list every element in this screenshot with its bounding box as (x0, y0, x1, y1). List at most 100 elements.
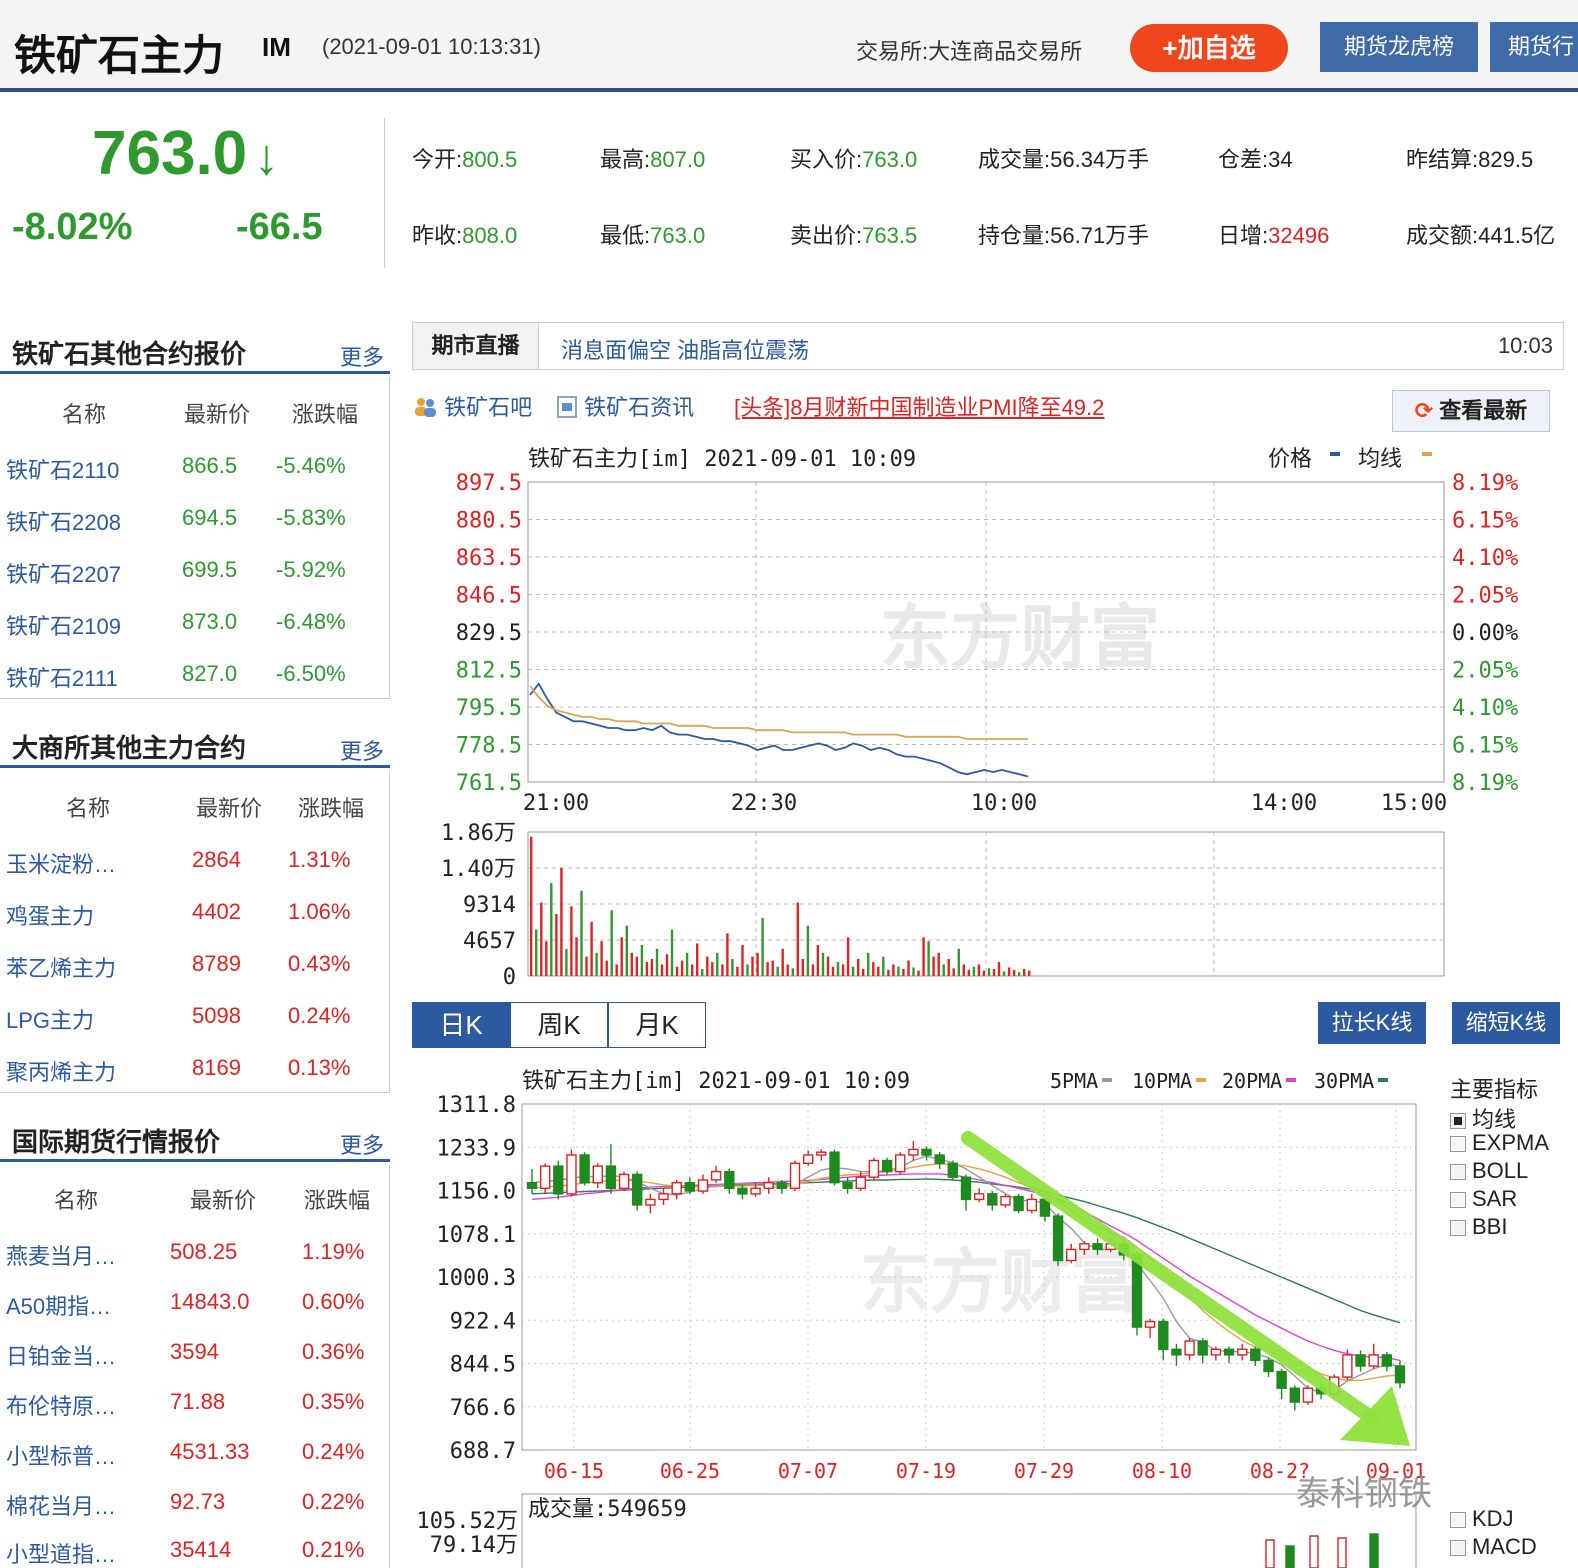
volume-bar (902, 969, 905, 976)
candle-body (1223, 1348, 1235, 1356)
volume-bar (786, 964, 789, 976)
candle-body (1000, 1195, 1011, 1206)
kline-x-tick: 07-07 (778, 1459, 838, 1483)
intraday-y-right-tick: 4.10% (1452, 546, 1518, 571)
volume-y-tick: 4657 (463, 929, 516, 954)
volume-bar (781, 948, 784, 976)
kline-y-tick: 1078.1 (437, 1223, 516, 1248)
candle-body (816, 1151, 827, 1156)
volume-bar (967, 969, 970, 976)
charts-canvas: 东方财富 897.5 880.5 863.5 846.5 829.5 812.5 795.5 7… (417, 446, 1518, 1568)
candle-body (947, 1162, 958, 1178)
candle-body (1052, 1215, 1064, 1262)
candle-body (855, 1176, 866, 1189)
volume-bar (937, 952, 940, 976)
volume-bar (882, 956, 885, 976)
candle-body (1144, 1320, 1156, 1328)
volume-bar (736, 966, 739, 976)
kline-title: 铁矿石主力[im] 2021-09-01 10:09 (522, 1069, 910, 1094)
candle-body (1079, 1243, 1090, 1251)
kline-x-tick: 06-15 (544, 1459, 604, 1483)
volume-bar (655, 948, 659, 976)
volume-bar (555, 914, 558, 976)
volume-bar (610, 910, 613, 976)
volume-bar (932, 956, 935, 976)
intraday-y-tick: 778.5 (456, 734, 522, 759)
kline-legend-item: 20PMA (1222, 1069, 1282, 1093)
kline-x-tick: 07-29 (1014, 1459, 1074, 1483)
volume-bar (751, 956, 754, 976)
volume-bar (997, 962, 1001, 976)
candle-body (579, 1154, 590, 1184)
candle-body (1184, 1340, 1195, 1356)
volume-bar (776, 966, 779, 976)
candle-body (987, 1193, 998, 1206)
volume-bar (560, 867, 563, 976)
volume-bar (665, 954, 669, 976)
kline-y-tick: 1000.3 (437, 1266, 516, 1291)
volume-bar (640, 945, 644, 976)
volume-bar (962, 964, 965, 976)
intraday-legend-price: 价格 (1268, 446, 1312, 471)
volume-bar (821, 952, 825, 976)
volume-bar (831, 966, 835, 976)
candle-body (1302, 1387, 1314, 1403)
volume-bar (877, 966, 880, 976)
kline-x-tick: 08-10 (1132, 1459, 1192, 1483)
candle-body (737, 1187, 748, 1195)
volume-bar (1007, 967, 1011, 976)
kline-legend-item: 30PMA (1314, 1069, 1374, 1093)
volume-bar (605, 960, 608, 976)
volume-bar (580, 890, 583, 976)
candle-body (1013, 1195, 1024, 1212)
intraday-y-tick: 761.5 (456, 771, 522, 796)
intraday-title: 铁矿石主力[im] 2021-09-01 10:09 (528, 447, 916, 472)
intraday-y-right-tick: 8.19% (1452, 471, 1518, 496)
candle-body (763, 1181, 774, 1189)
volume-bar (746, 964, 749, 976)
candle-body (803, 1154, 814, 1165)
intraday-legend-price-swatch (1330, 452, 1340, 456)
volume-bar (862, 969, 865, 976)
intraday-y-tick: 812.5 (456, 659, 522, 684)
volume-bar (952, 968, 955, 976)
volume-bar (841, 964, 845, 976)
volume-bar (927, 941, 930, 976)
volume-bar (796, 902, 799, 976)
volume-bar (761, 917, 764, 976)
kline-legend-swatch (1286, 1078, 1296, 1082)
kline-legend-item: 5PMA (1050, 1069, 1098, 1093)
kline-legend-swatch (1102, 1078, 1112, 1082)
candle-body (566, 1154, 577, 1195)
intraday-y-right-tick: 2.05% (1452, 659, 1518, 684)
volume-bar (977, 964, 981, 976)
volume-bar (635, 956, 638, 976)
kline-legend-swatch (1196, 1078, 1206, 1082)
candle-body (632, 1173, 643, 1206)
kline-y-tick: 922.4 (450, 1309, 516, 1334)
candle-body (921, 1148, 932, 1156)
volume-bar (811, 964, 815, 976)
volume-bar (696, 943, 699, 976)
intraday-y-tick: 863.5 (456, 546, 522, 571)
candle-body (592, 1165, 603, 1184)
volume-bar (942, 964, 945, 976)
intraday-y-right-tick: 6.15% (1452, 509, 1518, 534)
candle-body (1276, 1370, 1287, 1389)
intraday-y-tick: 829.5 (456, 621, 522, 646)
candle-body (1289, 1387, 1301, 1403)
candle-body (710, 1170, 722, 1181)
volume-bar (565, 948, 568, 976)
volume-bar (826, 956, 830, 976)
volume-bar (846, 937, 850, 976)
volume-bar (670, 929, 674, 976)
volume-bar (756, 952, 759, 976)
volume-bar (530, 836, 533, 976)
candle-body (605, 1165, 617, 1189)
volume-bar (595, 952, 598, 976)
candle-body (1197, 1340, 1208, 1356)
kvolume-bar (1265, 1539, 1275, 1568)
volume-y-tick: 0 (503, 965, 516, 990)
volume-bar (535, 929, 538, 976)
kline-y-tick: 688.7 (450, 1439, 516, 1464)
